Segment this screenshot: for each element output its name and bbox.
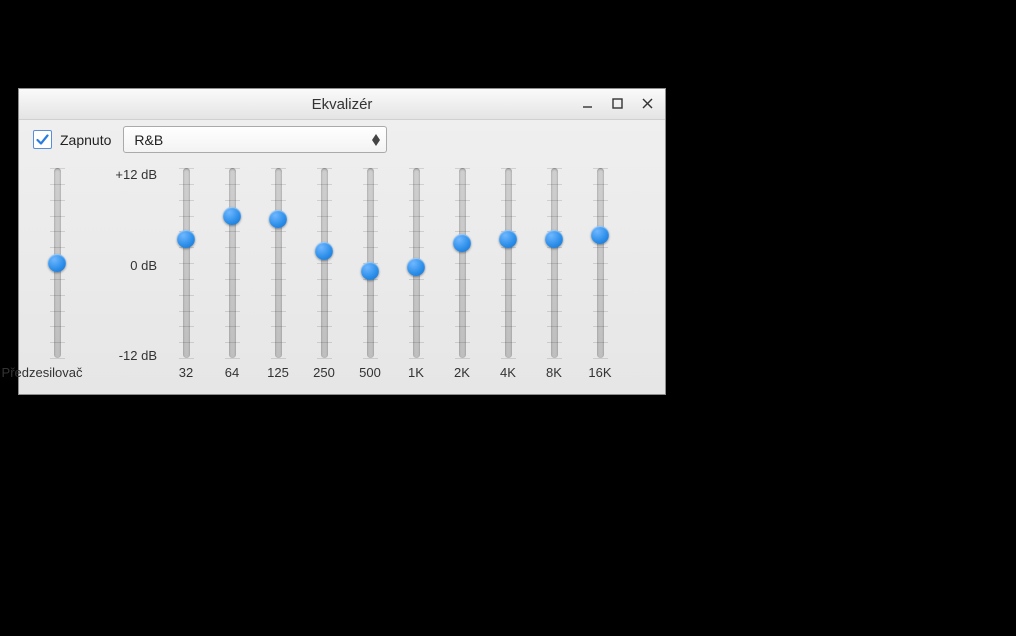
slider-track <box>275 168 282 358</box>
slider-track <box>229 168 236 358</box>
preset-selected-label: R&B <box>134 132 163 148</box>
slider-thumb[interactable] <box>315 242 333 260</box>
eq-band-125: 125 <box>255 165 301 380</box>
slider-thumb[interactable] <box>361 262 379 280</box>
band-label: 16K <box>588 365 611 380</box>
slider-track <box>551 168 558 358</box>
band-slider-125[interactable] <box>259 165 297 361</box>
scale-mid: 0 dB <box>87 258 157 273</box>
minimize-icon <box>582 98 593 109</box>
band-label: 125 <box>267 365 289 380</box>
equalizer-window: Ekvalizér Zapnuto R&B <box>18 88 666 395</box>
band-label: 250 <box>313 365 335 380</box>
eq-band-500: 500 <box>347 165 393 380</box>
callout-line <box>178 420 628 422</box>
band-label: 2K <box>454 365 470 380</box>
callout-line <box>627 406 629 422</box>
minimize-button[interactable] <box>573 91 601 115</box>
slider-track <box>183 168 190 358</box>
slider-thumb[interactable] <box>591 226 609 244</box>
preamp-slider[interactable] <box>38 165 76 361</box>
on-checkbox-label: Zapnuto <box>60 132 111 148</box>
eq-band-32: 32 <box>163 165 209 380</box>
slider-track <box>321 168 328 358</box>
eq-band-16K: 16K <box>577 165 623 380</box>
band-slider-8K[interactable] <box>535 165 573 361</box>
titlebar: Ekvalizér <box>19 89 665 120</box>
slider-thumb[interactable] <box>269 210 287 228</box>
slider-thumb[interactable] <box>407 258 425 276</box>
toolbar: Zapnuto R&B <box>19 120 665 157</box>
up-down-arrows-icon <box>372 134 380 146</box>
band-label: 4K <box>500 365 516 380</box>
slider-thumb[interactable] <box>545 230 563 248</box>
band-slider-4K[interactable] <box>489 165 527 361</box>
eq-band-1K: 1K <box>393 165 439 380</box>
slider-track <box>505 168 512 358</box>
on-checkbox[interactable] <box>33 130 52 149</box>
eq-band-250: 250 <box>301 165 347 380</box>
slider-track <box>459 168 466 358</box>
slider-thumb[interactable] <box>48 254 66 272</box>
band-label: 1K <box>408 365 424 380</box>
band-label: 32 <box>179 365 193 380</box>
band-label: 500 <box>359 365 381 380</box>
slider-thumb[interactable] <box>223 207 241 225</box>
close-button[interactable] <box>633 91 661 115</box>
band-slider-1K[interactable] <box>397 165 435 361</box>
slider-thumb[interactable] <box>177 230 195 248</box>
close-icon <box>642 98 653 109</box>
preamp-column: Předzesilovač <box>33 165 81 380</box>
slider-thumb[interactable] <box>499 230 517 248</box>
checkmark-icon <box>36 133 49 146</box>
scale-top: +12 dB <box>87 167 157 182</box>
scale-bottom: -12 dB <box>87 348 157 363</box>
window-controls <box>573 91 661 115</box>
slider-thumb[interactable] <box>453 234 471 252</box>
callout-line <box>178 406 180 422</box>
eq-band-4K: 4K <box>485 165 531 380</box>
band-label: 64 <box>225 365 239 380</box>
maximize-icon <box>612 98 623 109</box>
callout-line <box>399 416 401 504</box>
band-slider-64[interactable] <box>213 165 251 361</box>
band-label: 8K <box>546 365 562 380</box>
eq-band-64: 64 <box>209 165 255 380</box>
eq-band-8K: 8K <box>531 165 577 380</box>
band-slider-250[interactable] <box>305 165 343 361</box>
equalizer-area: Předzesilovač +12 dB 0 dB -12 dB 32 64 125… <box>19 157 665 394</box>
preset-dropdown[interactable]: R&B <box>123 126 387 153</box>
db-scale: +12 dB 0 dB -12 dB <box>87 165 157 365</box>
slider-track <box>597 168 604 358</box>
eq-bands: 32 64 125 250 500 1K 2K 4K 8K 16K <box>163 165 653 380</box>
eq-band-2K: 2K <box>439 165 485 380</box>
maximize-button[interactable] <box>603 91 631 115</box>
preamp-label: Předzesilovač <box>0 365 97 380</box>
callout-line <box>56 416 58 504</box>
window-title: Ekvalizér <box>312 96 373 113</box>
band-slider-2K[interactable] <box>443 165 481 361</box>
band-slider-32[interactable] <box>167 165 205 361</box>
band-slider-500[interactable] <box>351 165 389 361</box>
band-slider-16K[interactable] <box>581 165 619 361</box>
